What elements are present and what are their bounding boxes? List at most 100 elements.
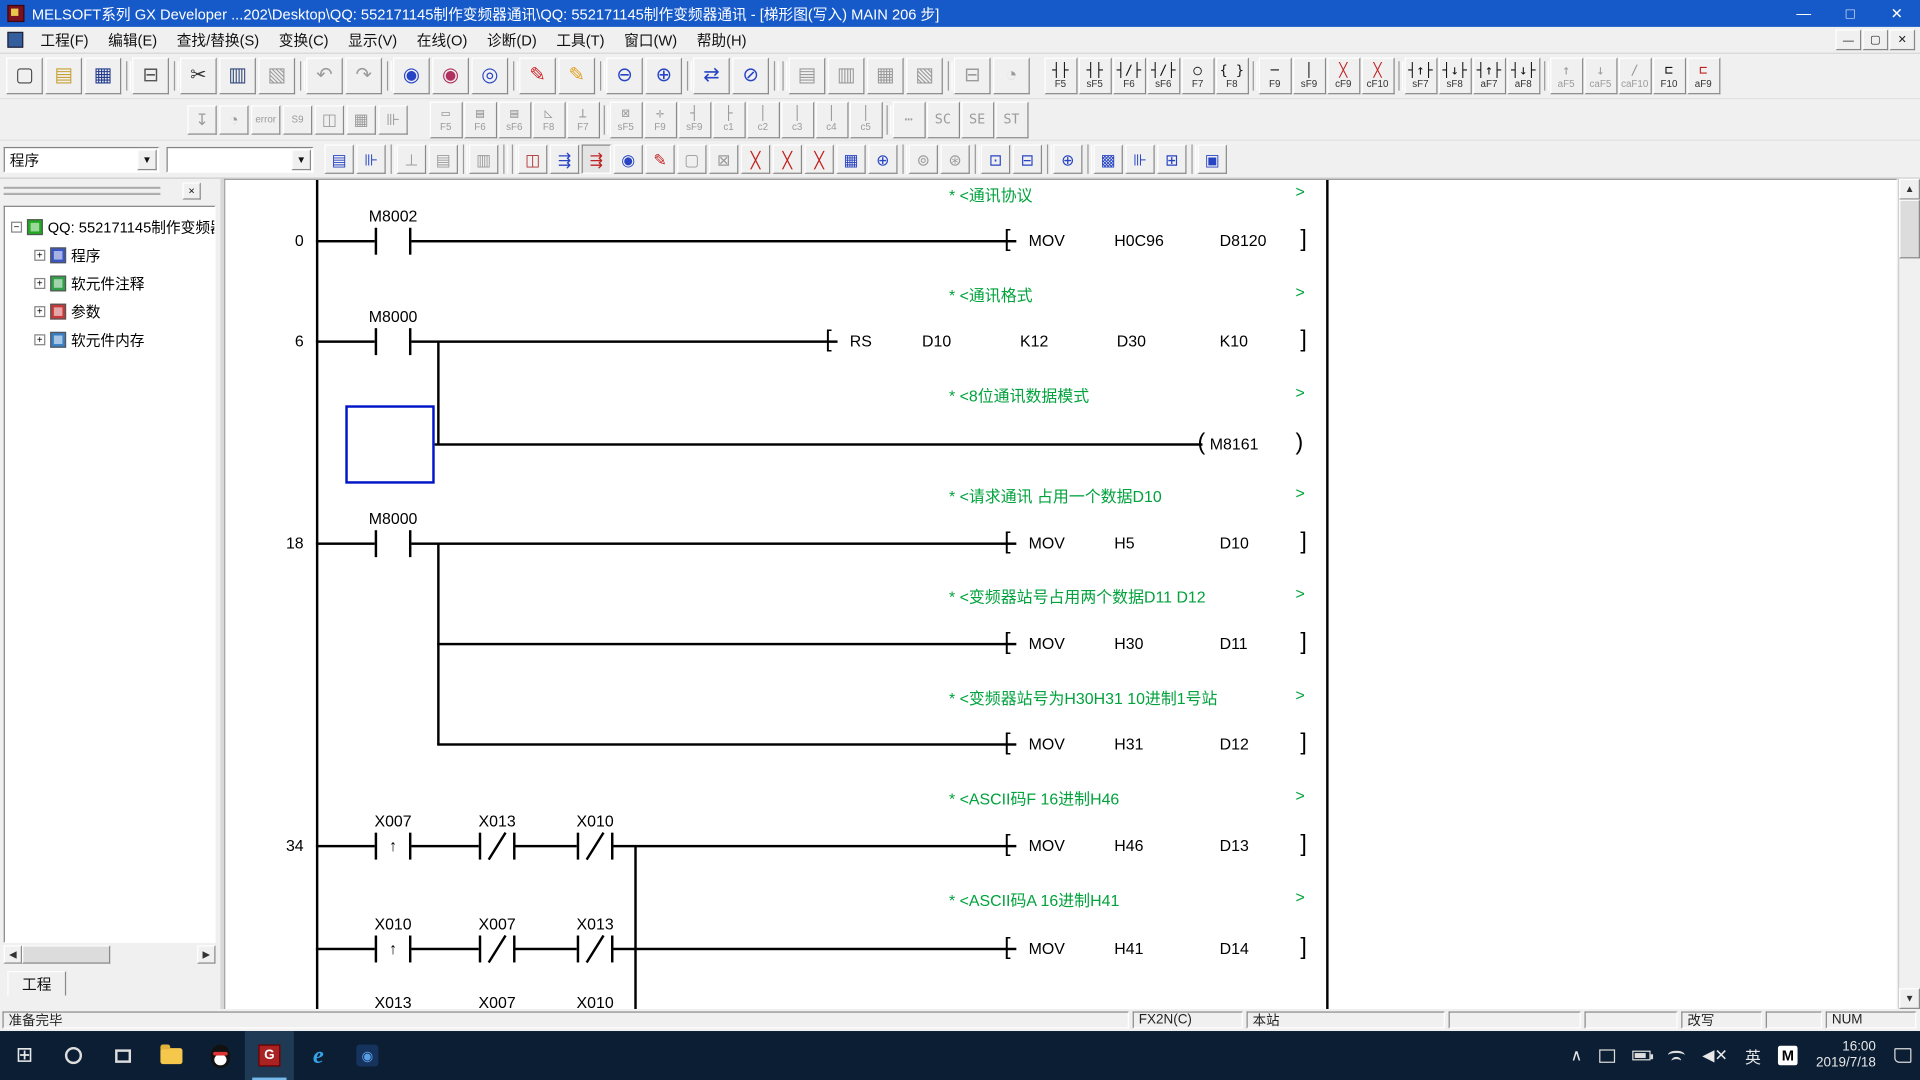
hand-gray-icon[interactable]: ◔ bbox=[993, 58, 1030, 95]
device-test-icon[interactable]: ✎ bbox=[645, 144, 674, 173]
sfc-vline4-button[interactable]: │c5 bbox=[849, 101, 882, 138]
page-gray-icon[interactable]: ⊟ bbox=[954, 58, 991, 95]
device-check-icon[interactable]: ◎ bbox=[471, 58, 508, 95]
horizontal-line-button[interactable]: ─F9 bbox=[1258, 58, 1291, 95]
cut-icon[interactable]: ✂ bbox=[180, 58, 217, 95]
sfc-vline3-button[interactable]: │c4 bbox=[815, 101, 848, 138]
window-maximize-button[interactable]: □ bbox=[1827, 0, 1874, 27]
instruction-token[interactable]: MOV bbox=[1029, 735, 1065, 753]
plc-read-icon[interactable]: ✎ bbox=[558, 58, 595, 95]
new-icon[interactable]: ▢ bbox=[6, 58, 43, 95]
ladder-editor[interactable]: M8002M8000M8000↑X007X013X010↑X010X007X01… bbox=[224, 179, 1897, 1009]
page-edit-gray-icon[interactable]: ▤ bbox=[429, 144, 458, 173]
sfc-se-button[interactable]: SE bbox=[961, 101, 994, 138]
menu-item-3[interactable]: 查找/替换(S) bbox=[167, 29, 269, 51]
monitor-window-icon[interactable]: ▣ bbox=[1198, 144, 1227, 173]
delete-rung-icon[interactable]: ╳ bbox=[741, 144, 770, 173]
rule-write-button[interactable]: ⊏F10 bbox=[1652, 58, 1685, 95]
undo-icon[interactable]: ↶ bbox=[306, 58, 343, 95]
collapse-icon[interactable]: − bbox=[11, 221, 22, 232]
menu-item-10[interactable]: 帮助(H) bbox=[687, 29, 756, 51]
menu-item-4[interactable]: 变换(C) bbox=[269, 29, 338, 51]
expand-icon[interactable]: + bbox=[34, 249, 45, 260]
mdi-close-button[interactable]: ✕ bbox=[1889, 29, 1915, 50]
hscrollbar-thumb[interactable] bbox=[22, 945, 110, 963]
taskbar-clock[interactable]: 16:00 2019/7/18 bbox=[1806, 1040, 1886, 1072]
scroll-up-icon[interactable]: ▲ bbox=[1899, 179, 1920, 200]
tree-item-软元件内存[interactable]: +软元件内存 bbox=[34, 328, 144, 350]
pointer-icon[interactable]: ◔ bbox=[219, 105, 248, 134]
contact-closed-X013[interactable] bbox=[577, 936, 614, 963]
monitor-write-icon[interactable]: ⇶ bbox=[582, 144, 611, 173]
expand-icon[interactable]: + bbox=[34, 334, 45, 345]
read-mode-icon[interactable]: ▤ bbox=[324, 144, 353, 173]
window-close-button[interactable]: ✕ bbox=[1873, 0, 1920, 27]
cortana-button[interactable] bbox=[49, 1031, 98, 1080]
tree-item-程序[interactable]: +程序 bbox=[34, 244, 100, 266]
up-arrow-button[interactable]: ↑aF5 bbox=[1550, 58, 1583, 95]
menu-item-8[interactable]: 工具(T) bbox=[547, 29, 615, 51]
project-panel-header[interactable]: × bbox=[2, 181, 218, 203]
verify-icon[interactable]: ⊘ bbox=[732, 58, 769, 95]
delete-row-icon[interactable]: ╳ bbox=[773, 144, 802, 173]
save-icon[interactable]: ▦ bbox=[84, 58, 121, 95]
device-monitor-icon[interactable]: ◉ bbox=[613, 144, 642, 173]
delete-vertical-button[interactable]: ╳cF10 bbox=[1361, 58, 1394, 95]
station-icon-2[interactable]: ▥ bbox=[828, 58, 865, 95]
project-tab[interactable]: 工程 bbox=[7, 971, 66, 995]
program-type-combobox[interactable]: 程序 ▼ bbox=[4, 146, 160, 172]
open-icon[interactable]: ▤ bbox=[45, 58, 82, 95]
parallel-open-contact-button[interactable]: ┤├sF5 bbox=[1078, 58, 1111, 95]
station-icon-1[interactable]: ▤ bbox=[789, 58, 826, 95]
mdi-minimize-button[interactable]: — bbox=[1836, 29, 1862, 50]
sfc-step-button[interactable]: ▭F5 bbox=[429, 101, 462, 138]
scroll-down-icon[interactable]: ▼ bbox=[1899, 988, 1920, 1009]
internet-explorer-button[interactable]: e bbox=[294, 1031, 343, 1080]
contact-closed-X007[interactable] bbox=[479, 936, 516, 963]
window-split-icon[interactable]: ◫ bbox=[315, 105, 344, 134]
rung-gray2-icon[interactable]: ⊠ bbox=[709, 144, 738, 173]
battery-icon[interactable] bbox=[1624, 1031, 1660, 1080]
start-button[interactable]: ⊞ bbox=[0, 1031, 49, 1080]
tree-item-root[interactable]: −QQ: 552171145制作变频器通讯 bbox=[11, 216, 215, 238]
window-minimize-button[interactable]: — bbox=[1780, 0, 1827, 27]
tile-v-icon[interactable]: ▩ bbox=[1093, 144, 1122, 173]
chevron-down-icon[interactable]: ▼ bbox=[137, 149, 157, 170]
window-swap-icon[interactable]: ⇄ bbox=[693, 58, 730, 95]
instruction-token[interactable]: K12 bbox=[1020, 332, 1048, 350]
edit-cursor[interactable] bbox=[345, 405, 434, 483]
redo-icon[interactable]: ↷ bbox=[345, 58, 382, 95]
chevron-down-icon[interactable]: ▼ bbox=[291, 149, 311, 170]
coil-button[interactable]: ◯F7 bbox=[1181, 58, 1214, 95]
instruction-token[interactable]: K10 bbox=[1220, 332, 1248, 350]
menu-item-2[interactable]: 编辑(E) bbox=[98, 29, 167, 51]
instruction-token[interactable]: MOV bbox=[1029, 836, 1065, 854]
instruction-token[interactable]: H41 bbox=[1114, 939, 1143, 957]
print-icon[interactable]: ⊟ bbox=[132, 58, 169, 95]
sfc-vline2-button[interactable]: │c3 bbox=[781, 101, 814, 138]
tool-gray2-icon[interactable]: ⊛ bbox=[940, 144, 969, 173]
contact-closed-X013[interactable] bbox=[479, 833, 516, 860]
sfc-sc-button[interactable]: SC bbox=[926, 101, 959, 138]
find-circle-icon[interactable]: ⊕ bbox=[868, 144, 897, 173]
sfc-right-button[interactable]: ├c1 bbox=[712, 101, 745, 138]
instruction-token[interactable]: MOV bbox=[1029, 939, 1065, 957]
gx-developer-button[interactable]: G bbox=[245, 1031, 294, 1080]
zoom-in-circle-icon[interactable]: ⊕ bbox=[645, 58, 682, 95]
instruction-token[interactable]: H30 bbox=[1114, 634, 1143, 652]
cascade-icon[interactable]: ⊞ bbox=[1157, 144, 1186, 173]
rule-delete-button[interactable]: ⊏aF9 bbox=[1687, 58, 1720, 95]
tile-h-icon[interactable]: ⊪ bbox=[1125, 144, 1154, 173]
program-check-icon[interactable]: ◉ bbox=[393, 58, 430, 95]
task-view-button[interactable] bbox=[98, 1031, 147, 1080]
tray-chevron-icon[interactable]: ∧ bbox=[1562, 1031, 1591, 1080]
contact-open-M8000[interactable] bbox=[375, 530, 412, 557]
ime-indicator[interactable]: M bbox=[1769, 1031, 1806, 1080]
down-arrow-button[interactable]: ↓caF5 bbox=[1584, 58, 1617, 95]
monitor-start-icon[interactable]: ⇶ bbox=[550, 144, 579, 173]
branch-gray-icon[interactable]: ⊥ bbox=[397, 144, 426, 173]
closed-contact-button[interactable]: ┤∕├F6 bbox=[1112, 58, 1145, 95]
instruction-token[interactable]: D11 bbox=[1220, 634, 1248, 652]
file-explorer-button[interactable] bbox=[147, 1031, 196, 1080]
contact-rising-X010[interactable]: ↑ bbox=[375, 936, 412, 963]
